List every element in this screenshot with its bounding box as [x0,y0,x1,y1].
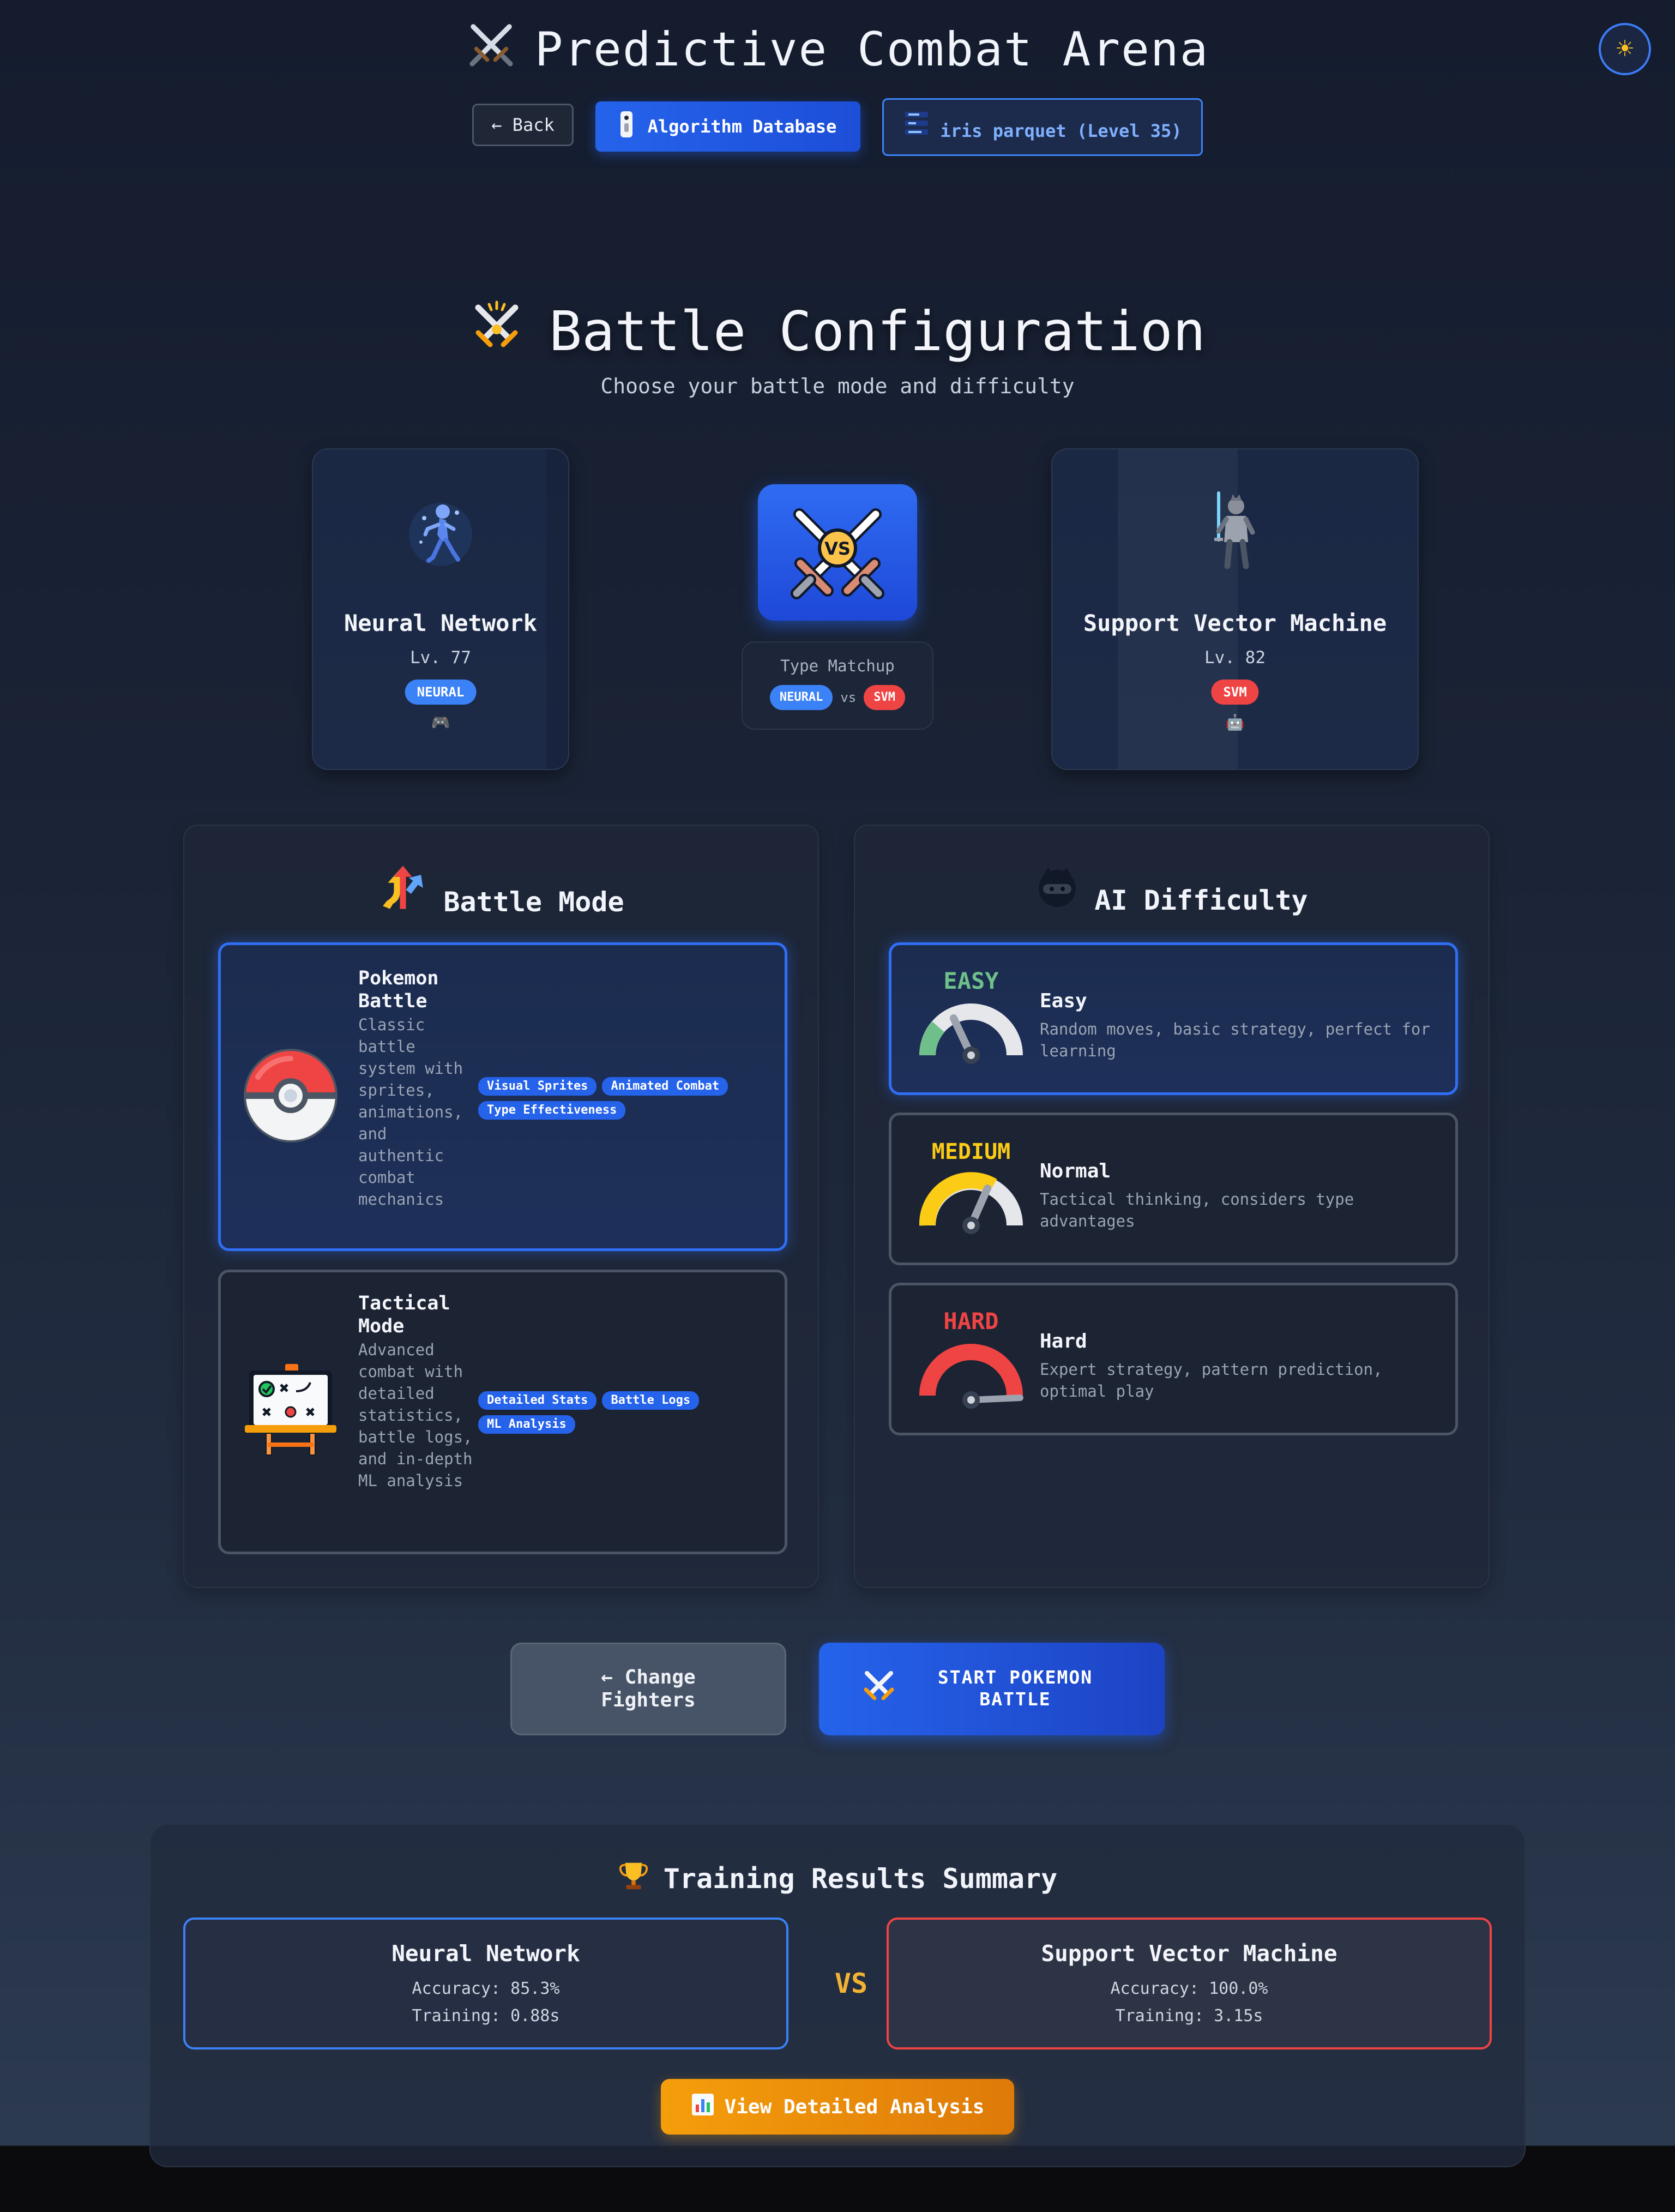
mode-tag: Type Effectiveness [478,1101,626,1120]
mode-tag: Animated Combat [602,1077,728,1096]
mode-name: Pokemon Battle [358,967,439,1012]
difficulty-card-hard[interactable]: HARD Hard Expert strategy, pattern predi… [889,1283,1458,1435]
algorithm-database-label: Algorithm Database [647,116,837,137]
user-profile-label: iris parquet (Level 35) [940,121,1182,141]
change-fighters-button[interactable]: ← Change Fighters [510,1643,786,1735]
training-results-panel: Training Results Summary Neural Network … [149,1824,1526,2167]
difficulty-name: Easy [1040,990,1087,1012]
difficulty-name: Normal [1040,1160,1111,1182]
difficulty-card-easy[interactable]: EASY Easy Random moves, basic strategy, … [889,942,1458,1095]
remote-icon [619,110,634,143]
mode-tags: Visual Sprites Animated Combat Type Effe… [478,1077,762,1120]
svg-text:VS: VS [824,538,851,559]
change-fighters-label: ← Change Fighters [601,1666,696,1711]
results-title-text: Training Results Summary [663,1863,1058,1895]
robot-icon: 🤖 [1225,713,1245,731]
fighter-level: Lv. 77 [410,648,471,668]
mode-card-tactical-mode[interactable]: Tactical Mode Advanced combat with detai… [218,1270,787,1554]
ai-difficulty-title-text: AI Difficulty [1094,885,1308,916]
section-title-text: Battle Configuration [549,299,1206,363]
mode-tag: Detailed Stats [478,1391,597,1410]
result-training-time: Training: 0.88s [412,2006,560,2025]
neural-network-sprite-icon [313,496,568,578]
result-accuracy: Accuracy: 100.0% [1110,1979,1268,1998]
gauge-badge: HARD [943,1308,998,1335]
mode-tag: ML Analysis [478,1415,575,1434]
difficulty-description: Random moves, basic strategy, perfect fo… [1040,1020,1430,1060]
fighter-card-right[interactable]: Support Vector Machine Lv. 82 SVM 🤖 [1051,448,1419,770]
battle-mode-panel: Battle Mode Pokemon Battle Classic battl… [183,825,819,1588]
ninja-icon [1035,864,1079,915]
difficulty-description: Tactical thinking, considers type advant… [1040,1190,1354,1230]
theme-toggle-button[interactable]: ☀ [1599,23,1651,75]
gauge-badge: EASY [943,967,999,994]
results-title: Training Results Summary [150,1860,1525,1898]
battle-mode-title: Battle Mode [184,863,818,919]
type-matchup: Type Matchup NEURAL vs SVM [742,641,933,730]
mode-name: Tactical Mode [358,1293,450,1337]
matchup-vs: vs [840,690,857,705]
result-training-time: Training: 3.15s [1115,2006,1263,2025]
gauge-hard-icon: HARD [911,1302,1031,1416]
gamepad-icon: 🎮 [431,713,450,731]
crossed-swords-icon [861,1668,896,1708]
ai-difficulty-title: AI Difficulty [855,863,1489,916]
bar-chart-icon [691,2093,715,2121]
back-button[interactable]: ← Back [472,104,574,146]
mode-tags: Detailed Stats Battle Logs ML Analysis [478,1391,762,1434]
view-detailed-analysis-label: View Detailed Analysis [724,2095,985,2118]
mode-tag: Visual Sprites [478,1077,597,1096]
user-avatar-icon [903,110,930,145]
gauge-badge: MEDIUM [932,1139,1011,1164]
results-vs-label: VS [834,1968,868,1999]
trophy-icon [618,1860,649,1898]
result-card-svm: Support Vector Machine Accuracy: 100.0% … [887,1918,1492,2049]
section-subtitle: Choose your battle mode and difficulty [600,374,1075,398]
fighter-type-badge: NEURAL [405,680,477,705]
view-detailed-analysis-button[interactable]: View Detailed Analysis [661,2079,1014,2135]
fighter-name: Neural Network [344,610,537,636]
split-arrow-icon [378,863,428,919]
matchup-right-type: SVM [864,685,906,710]
algorithm-database-button[interactable]: Algorithm Database [595,101,860,152]
result-name: Support Vector Machine [1041,1940,1337,1967]
fighter-type-badge: SVM [1211,680,1259,705]
difficulty-card-normal[interactable]: MEDIUM Normal Tactical thinking, conside… [889,1113,1458,1265]
result-name: Neural Network [391,1940,580,1967]
mode-description: Advanced combat with detailed statistics… [358,1341,473,1490]
svm-knight-sprite-icon [1052,488,1418,569]
crossed-swords-icon [466,20,516,81]
fighter-level: Lv. 82 [1204,648,1266,668]
mode-description: Classic battle system with sprites, anim… [358,1015,463,1209]
difficulty-description: Expert strategy, pattern prediction, opt… [1040,1360,1383,1400]
matchup-left-type: NEURAL [769,685,833,710]
battle-swords-icon [469,299,524,366]
section-title: Battle Configuration [0,299,1675,366]
app-title-text: Predictive Combat Arena [534,22,1209,77]
start-battle-label: START POKEMON BATTLE [937,1667,1093,1710]
fighter-name: Support Vector Machine [1083,610,1387,636]
ai-difficulty-panel: AI Difficulty EASY Easy Random moves, ba… [854,825,1490,1588]
app-title: Predictive Combat Arena [0,20,1675,81]
result-accuracy: Accuracy: 85.3% [412,1979,560,1998]
gauge-medium-icon: MEDIUM [911,1132,1031,1246]
pokeball-icon [242,1047,340,1145]
versus-swords-icon: VS [791,508,884,599]
sun-icon: ☀ [1616,33,1634,65]
start-battle-button[interactable]: START POKEMON BATTLE [819,1643,1165,1735]
difficulty-name: Hard [1040,1330,1087,1353]
mode-tag: Battle Logs [602,1391,700,1410]
battle-mode-title-text: Battle Mode [443,886,624,918]
result-card-neural-network: Neural Network Accuracy: 85.3% Training:… [183,1918,788,2049]
versus-emblem: VS [758,484,917,621]
user-profile-button[interactable]: iris parquet (Level 35) [882,98,1203,156]
mode-card-pokemon-battle[interactable]: Pokemon Battle Classic battle system wit… [218,942,787,1251]
gauge-easy-icon: EASY [911,961,1031,1076]
strategy-board-icon [242,1361,340,1459]
type-matchup-label: Type Matchup [780,657,895,675]
fighter-card-left[interactable]: Neural Network Lv. 77 NEURAL 🎮 [312,448,569,770]
